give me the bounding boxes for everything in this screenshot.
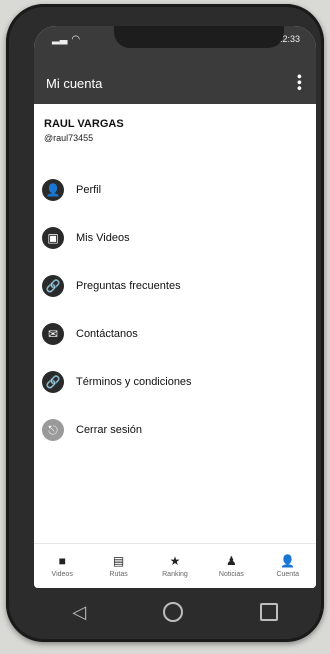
nav-item-noticias[interactable]: ♟ Noticias — [206, 554, 256, 578]
menu-item-mis-videos[interactable]: ▣ Mis Videos — [42, 214, 302, 262]
mail-icon: ✉ — [42, 323, 64, 345]
bus-icon: ▤ — [112, 554, 125, 568]
menu-item-label: Términos y condiciones — [76, 376, 192, 388]
bottom-nav: ■ Videos ▤ Rutas ★ Ranking ♟ Noticias 👤 … — [34, 543, 316, 588]
screen: ▂▃ ◠ 12:33 Mi cuenta ••• RAUL VARGAS @ra… — [34, 26, 316, 588]
home-icon[interactable] — [162, 602, 183, 622]
menu-item-contactanos[interactable]: ✉ Contáctanos — [42, 310, 302, 358]
menu-item-label: Perfil — [76, 184, 102, 196]
nav-label: Videos — [51, 571, 73, 578]
nav-label: Noticias — [218, 571, 244, 578]
link-icon: 🔗 — [42, 275, 64, 297]
user-info: RAUL VARGAS @raul73455 — [44, 118, 124, 143]
star-icon: ★ — [169, 554, 181, 568]
nav-item-videos[interactable]: ■ Videos — [37, 554, 87, 578]
nav-label: Cuenta — [276, 571, 300, 578]
phone-frame: ▂▃ ◠ 12:33 Mi cuenta ••• RAUL VARGAS @ra… — [6, 4, 324, 642]
app-bar: Mi cuenta ••• — [34, 64, 316, 104]
recents-icon[interactable] — [259, 603, 278, 621]
user-handle: @raul73455 — [44, 133, 94, 143]
menu-item-cerrar-sesion[interactable]: ⎋ Cerrar sesión — [42, 406, 302, 454]
menu-item-perfil[interactable]: 👤 Perfil — [42, 166, 302, 214]
nav-item-cuenta[interactable]: 👤 Cuenta — [263, 554, 313, 578]
person-icon: 👤 — [42, 179, 64, 201]
menu-item-preguntas[interactable]: 🔗 Preguntas frecuentes — [42, 262, 302, 310]
nav-item-rutas[interactable]: ▤ Rutas — [94, 554, 144, 578]
video-icon: ■ — [58, 554, 66, 568]
status-icons: ▂▃ ◠ — [52, 34, 80, 45]
nav-label: Rutas — [109, 571, 128, 578]
back-icon[interactable]: ◁ — [72, 602, 86, 623]
nav-item-ranking[interactable]: ★ Ranking — [150, 554, 200, 578]
page-title: Mi cuenta — [46, 76, 103, 91]
menu-item-label: Preguntas frecuentes — [76, 280, 181, 292]
more-vert-icon[interactable]: ••• — [292, 74, 308, 92]
menu-item-terminos[interactable]: 🔗 Términos y condiciones — [42, 358, 302, 406]
menu-item-label: Mis Videos — [76, 232, 130, 244]
nav-label: Ranking — [162, 571, 188, 578]
menu-item-label: Cerrar sesión — [76, 424, 143, 436]
signal-icon: ▂▃ — [52, 34, 68, 45]
account-menu: 👤 Perfil ▣ Mis Videos 🔗 Preguntas frecue… — [42, 166, 302, 454]
person-icon: 👤 — [280, 554, 296, 568]
video-icon: ▣ — [42, 227, 64, 249]
logout-icon: ⎋ — [42, 419, 64, 441]
system-nav-bar: ◁ — [34, 592, 316, 632]
menu-item-label: Contáctanos — [76, 328, 138, 340]
news-icon: ♟ — [225, 554, 237, 568]
user-name: RAUL VARGAS — [44, 118, 124, 130]
link-icon: 🔗 — [42, 371, 64, 393]
notch — [114, 26, 284, 48]
wifi-icon: ◠ — [71, 34, 81, 45]
